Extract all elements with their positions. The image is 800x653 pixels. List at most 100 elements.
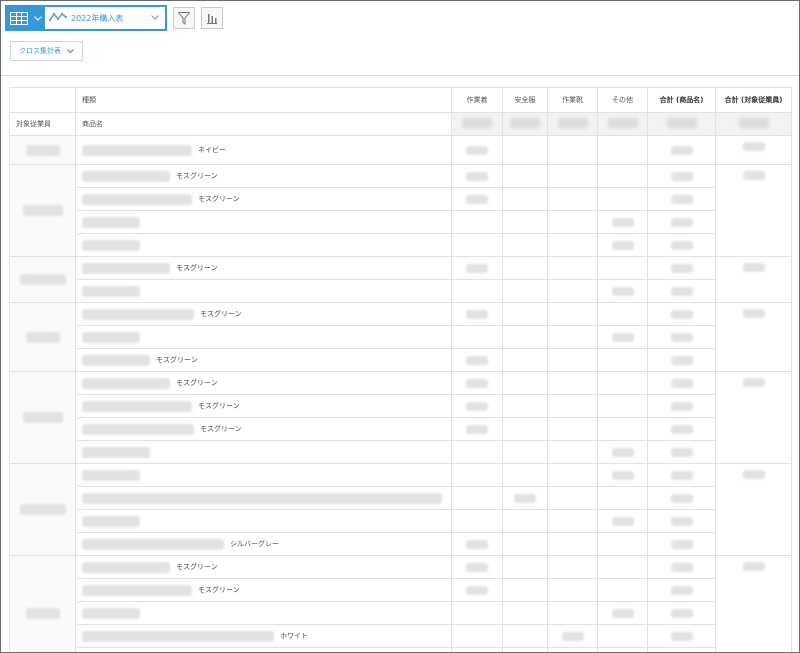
value-cell	[451, 486, 503, 510]
product-variant-label: モスグリーン	[198, 402, 240, 410]
value-cell	[597, 463, 648, 487]
value-cell	[502, 371, 548, 395]
table-row	[10, 233, 792, 257]
table-row	[10, 486, 792, 510]
value-cell	[502, 164, 548, 188]
table-row: モスグリーン	[9, 302, 792, 372]
total-product-cell	[647, 509, 716, 533]
value-cell	[502, 233, 548, 257]
value-cell	[451, 164, 503, 188]
product-cell	[75, 509, 452, 533]
product-variant-label: モスグリーン	[176, 264, 218, 272]
product-cell	[75, 210, 452, 234]
value-cell	[597, 509, 648, 533]
value-cell	[547, 624, 598, 648]
table-row	[10, 279, 792, 303]
total-product-cell	[647, 555, 716, 579]
value-cell	[502, 348, 548, 372]
header-blur	[547, 112, 598, 136]
product-cell: Mサイズ	[75, 647, 452, 652]
value-cell	[547, 647, 598, 652]
value-cell	[451, 325, 503, 349]
table-row: ネイビー	[9, 135, 792, 165]
product-variant-label: モスグリーン	[198, 195, 240, 203]
table-row: モスグリーン	[10, 394, 792, 418]
value-cell	[451, 302, 503, 326]
product-cell: モスグリーン	[75, 187, 452, 211]
value-cell	[597, 394, 648, 418]
value-cell	[597, 210, 648, 234]
table-row: モスグリーン	[9, 256, 792, 303]
total-product-cell	[647, 256, 716, 280]
product-cell	[75, 325, 452, 349]
table-row	[10, 325, 792, 349]
table-row: モスグリーン	[9, 555, 792, 652]
value-cell	[451, 371, 503, 395]
value-cell	[547, 348, 598, 372]
table-row: モスグリーン	[10, 348, 792, 372]
value-cell	[451, 647, 503, 652]
value-cell	[547, 371, 598, 395]
value-cell	[502, 601, 548, 625]
employee-cell	[9, 371, 76, 464]
value-cell	[597, 164, 648, 188]
total-product-cell	[647, 348, 716, 372]
total-product-cell	[647, 578, 716, 602]
product-cell: モスグリーン	[75, 371, 452, 395]
product-cell: シルバーグレー	[75, 532, 452, 556]
value-cell	[547, 509, 598, 533]
value-cell	[451, 135, 503, 165]
value-cell	[502, 509, 548, 533]
total-employee-cell	[715, 135, 792, 165]
view-selector[interactable]: 2022年購入表	[5, 5, 167, 31]
value-cell	[502, 210, 548, 234]
chevron-down-icon	[151, 13, 165, 23]
value-cell	[502, 578, 548, 602]
chevron-down-icon[interactable]	[31, 7, 45, 29]
value-cell	[547, 601, 598, 625]
value-cell	[547, 233, 598, 257]
value-cell	[451, 187, 503, 211]
value-cell	[451, 463, 503, 487]
header-workwear: 作業着	[451, 87, 503, 113]
total-employee-cell	[715, 371, 792, 464]
value-cell	[547, 417, 598, 441]
employee-cell	[9, 555, 76, 652]
value-cell	[597, 325, 648, 349]
total-product-cell	[647, 279, 716, 303]
value-cell	[597, 256, 648, 280]
value-cell	[451, 624, 503, 648]
employee-cell	[9, 256, 76, 303]
product-variant-label: モスグリーン	[200, 425, 242, 433]
value-cell	[547, 578, 598, 602]
table-row	[10, 210, 792, 234]
value-cell	[451, 417, 503, 441]
table-row	[10, 601, 792, 625]
total-product-cell	[647, 233, 716, 257]
product-cell: モスグリーン	[75, 578, 452, 602]
product-cell: モスグリーン	[75, 348, 452, 372]
table-row: モスグリーン	[10, 417, 792, 441]
toolbar: 2022年購入表	[5, 5, 223, 31]
cross-tab-button[interactable]: クロス集計表	[10, 41, 83, 61]
view-dropdown[interactable]: 2022年購入表	[45, 7, 165, 29]
product-cell	[75, 486, 452, 510]
cross-tab-label: クロス集計表	[19, 47, 61, 55]
total-product-cell	[647, 624, 716, 648]
value-cell	[547, 325, 598, 349]
filter-button[interactable]	[173, 7, 195, 29]
table-grid-icon[interactable]	[7, 7, 31, 29]
value-cell	[547, 463, 598, 487]
total-product-cell	[647, 394, 716, 418]
employee-cell	[9, 135, 76, 165]
value-cell	[597, 578, 648, 602]
product-variant-label: ネイビー	[198, 146, 226, 154]
graph-button[interactable]	[201, 7, 223, 29]
value-cell	[597, 555, 648, 579]
line-chart-icon	[49, 12, 67, 24]
value-cell	[502, 279, 548, 303]
value-cell	[502, 486, 548, 510]
header-blur	[715, 112, 792, 136]
value-cell	[451, 210, 503, 234]
table-row: モスグリーン	[9, 371, 792, 464]
